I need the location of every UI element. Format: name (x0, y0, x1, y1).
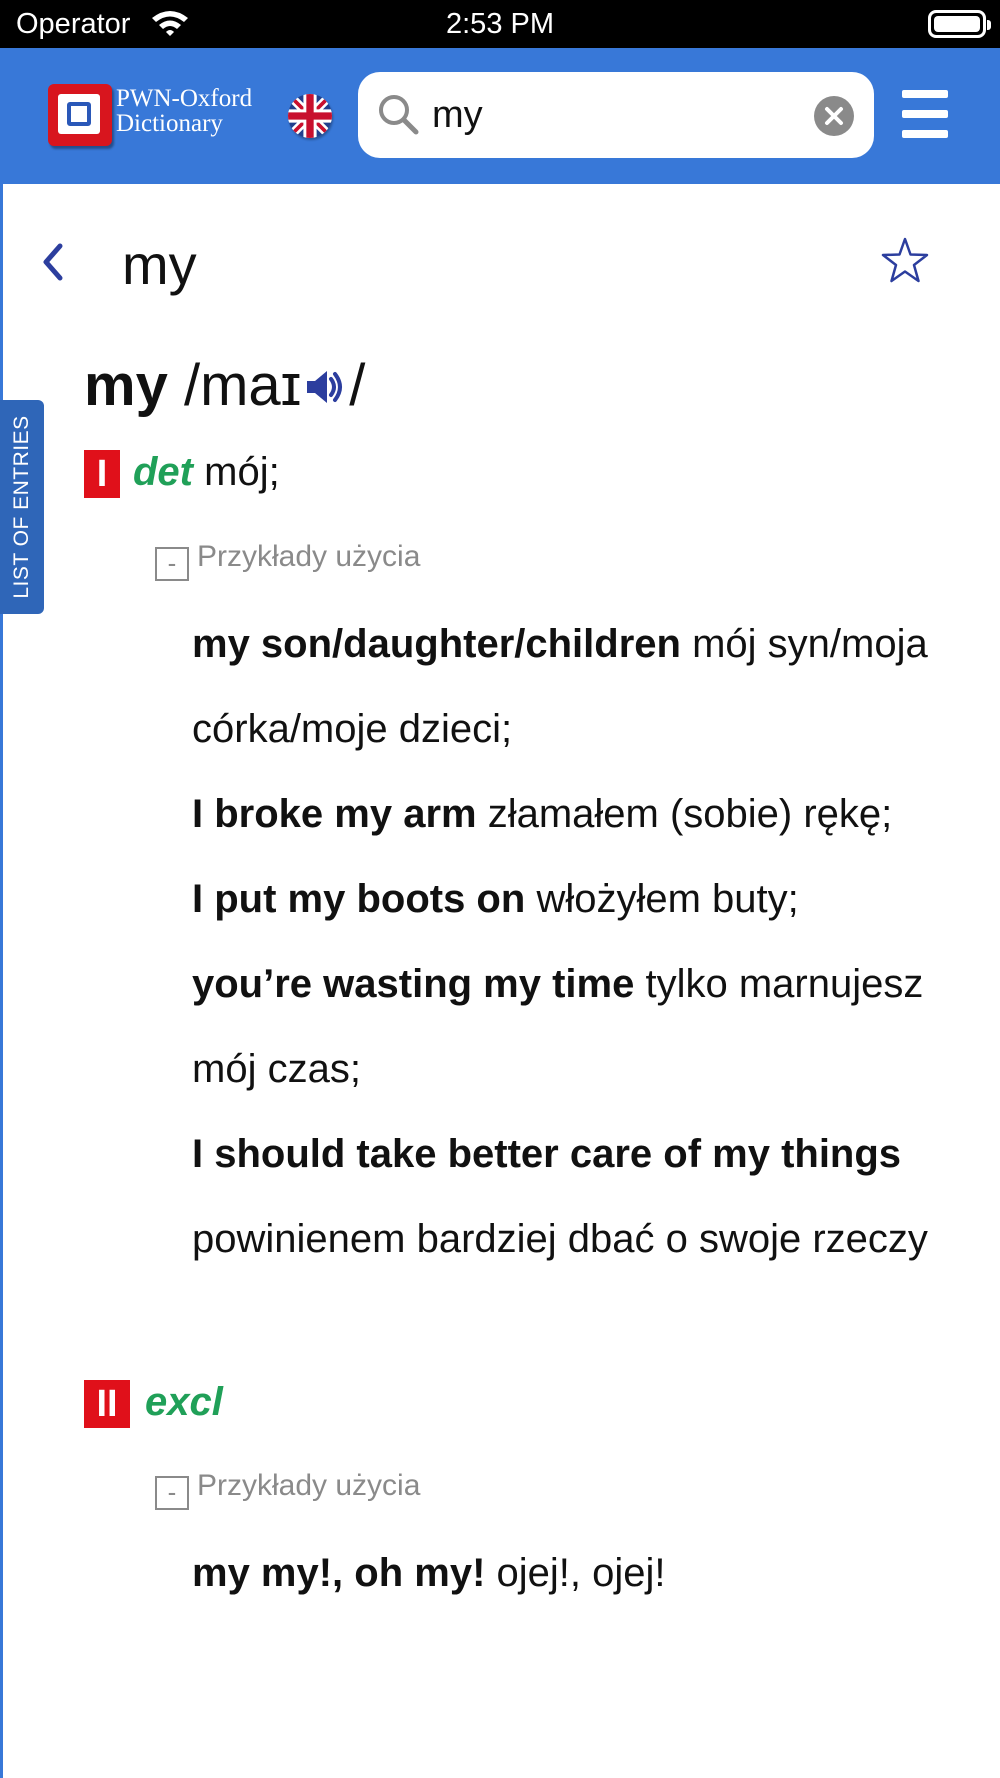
sense-translation: mój; (204, 450, 280, 494)
part-of-speech: det (133, 450, 193, 494)
example-source: I broke my arm (192, 792, 477, 836)
search-bar[interactable] (358, 72, 874, 158)
example-item: I put my boots on włożyłem buty; (192, 857, 972, 942)
app-header: PWN-Oxford Dictionary (0, 48, 1000, 184)
sense-marker: I (84, 450, 120, 498)
headword: my (84, 353, 168, 418)
example-item: my my!, oh my! ojej!, ojej! (192, 1531, 972, 1616)
example-source: my son/daughter/children (192, 622, 681, 666)
app-logo[interactable]: PWN-Oxford Dictionary (48, 84, 262, 146)
part-of-speech: excl (145, 1380, 223, 1424)
clear-search-button[interactable] (814, 96, 854, 136)
chevron-left-icon (43, 243, 63, 281)
example-target: włożyłem buty; (536, 877, 799, 921)
status-time: 2:53 PM (446, 8, 554, 40)
sense-marker: II (84, 1380, 130, 1428)
example-item: I should take better care of my things p… (192, 1112, 972, 1282)
sense-line: excl (145, 1380, 223, 1425)
examples-list: my my!, oh my! ojej!, ojej! (192, 1531, 972, 1616)
back-button[interactable] (36, 240, 72, 284)
example-source: I should take better care of my things (192, 1132, 902, 1176)
clear-icon (825, 107, 843, 125)
example-source: you’re wasting my time (192, 962, 635, 1006)
headword-line: my /maɪ / (84, 352, 365, 419)
example-target: powinienem bardziej dbać o swoje rzeczy (192, 1217, 928, 1261)
example-target: ojej!, ojej! (496, 1551, 666, 1595)
status-bar: Operator 2:53 PM (0, 0, 1000, 48)
search-icon (379, 95, 419, 135)
collapse-icon: - (155, 547, 189, 581)
logo-badge-icon (48, 84, 112, 146)
logo-text: PWN-Oxford Dictionary (116, 86, 252, 136)
example-source: I put my boots on (192, 877, 526, 921)
entry-title: my (122, 233, 197, 296)
speaker-icon[interactable] (303, 365, 347, 409)
list-of-entries-label: LIST OF ENTRIES (10, 415, 33, 599)
star-outline-icon (881, 237, 929, 283)
examples-list: my son/daughter/children mój syn/moja có… (192, 602, 972, 1282)
battery-icon (928, 10, 991, 38)
examples-toggle-label: Przykłady użycia (197, 540, 421, 573)
examples-toggle-label: Przykłady użycia (197, 1469, 421, 1502)
sense-line: det mój; (133, 450, 280, 495)
list-of-entries-tab[interactable]: LIST OF ENTRIES (0, 400, 44, 614)
example-item: you’re wasting my time tylko marnujesz m… (192, 942, 972, 1112)
search-input[interactable] (432, 86, 792, 144)
example-target: złamałem (sobie) rękę; (487, 792, 893, 836)
example-item: I broke my arm złamałem (sobie) rękę; (192, 772, 972, 857)
logo-line-1: PWN-Oxford (116, 85, 253, 112)
example-item: my son/daughter/children mój syn/moja có… (192, 602, 972, 772)
pronunciation: /maɪ / (183, 353, 366, 418)
uk-flag-icon[interactable] (288, 94, 332, 138)
examples-toggle[interactable]: - Przykłady użycia (155, 1469, 420, 1510)
collapse-icon: - (155, 1476, 189, 1510)
logo-line-2: Dictionary (116, 110, 223, 137)
hamburger-menu-icon[interactable] (902, 90, 948, 140)
example-source: my my!, oh my! (192, 1551, 486, 1595)
examples-toggle[interactable]: - Przykłady użycia (155, 540, 420, 581)
favorite-button[interactable] (880, 236, 930, 286)
